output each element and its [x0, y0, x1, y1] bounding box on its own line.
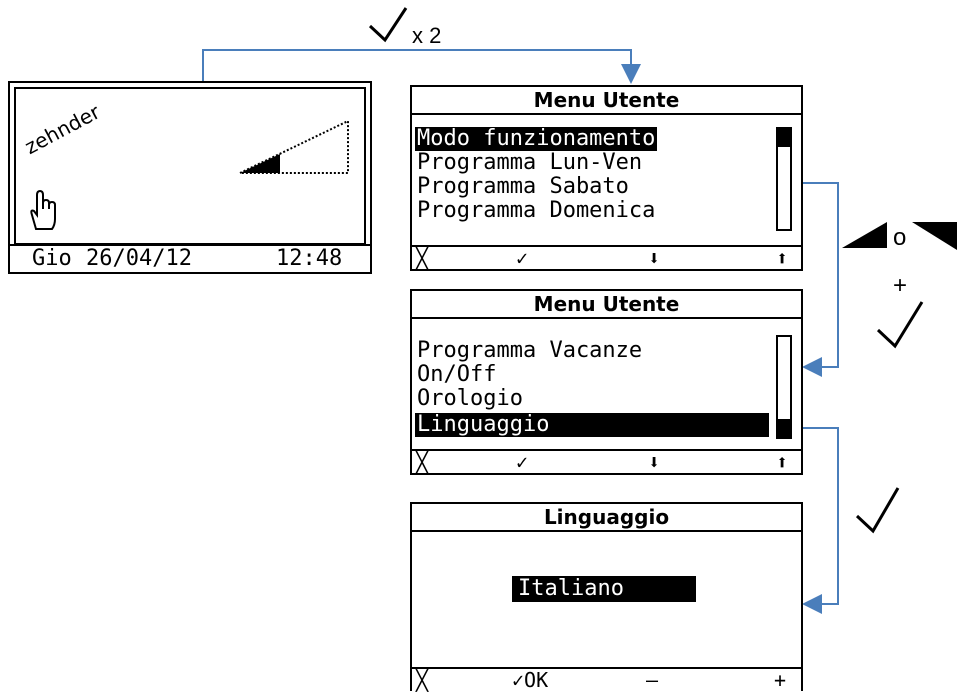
linguaggio-screen: Linguaggio Italiano ╳ ✓OK — + — [410, 502, 803, 691]
arrow-down-icon[interactable]: ⬇ — [648, 451, 660, 473]
connector-menu1-to-menu2 — [802, 182, 839, 377]
scrollbar[interactable] — [776, 127, 792, 231]
brand-logo: zehnder — [20, 99, 104, 159]
step2-plus-label: + — [893, 272, 908, 299]
softkey-bar: ╳ ✓OK — + — [412, 667, 801, 691]
menu-item[interactable]: Programma Sabato — [415, 175, 631, 199]
check-icon — [876, 301, 924, 349]
ok-button[interactable]: ✓OK — [512, 669, 548, 691]
scrollbar[interactable] — [776, 335, 792, 439]
menu-title: Menu Utente — [412, 291, 801, 319]
menu-item[interactable]: Orologio — [415, 387, 525, 411]
status-bar: Gio 26/04/12 12:48 — [10, 244, 370, 272]
check-icon[interactable]: ✓ — [516, 247, 528, 269]
menu-title: Menu Utente — [412, 87, 801, 115]
connector-menu2-to-language — [802, 427, 839, 614]
softkey-bar: ╳ ✓ ⬇ ⬆ — [412, 449, 801, 473]
hand-pointer-icon — [30, 189, 56, 230]
check-icon — [368, 7, 408, 43]
close-icon[interactable]: ╳ — [416, 247, 428, 269]
plus-button[interactable]: + — [774, 669, 786, 691]
language-value[interactable]: Italiano — [512, 576, 696, 602]
home-display: zehnder — [14, 87, 366, 245]
menu-utente-screen-2: Menu Utente Programma Vacanze On/Off Oro… — [410, 289, 803, 475]
close-icon[interactable]: ╳ — [416, 669, 428, 691]
menu-item[interactable]: Modo funzionamento — [415, 127, 658, 151]
connector-home-to-menu1 — [202, 49, 641, 84]
menu-utente-screen-1: Menu Utente Modo funzionamento Programma… — [410, 85, 803, 271]
minus-button[interactable]: — — [646, 669, 658, 691]
scrollbar-thumb[interactable] — [778, 419, 790, 437]
menu-item[interactable]: Linguaggio — [415, 413, 769, 437]
home-screen: zehnder Gio 26/04/12 12:48 — [8, 81, 372, 274]
scrollbar-thumb[interactable] — [778, 129, 790, 147]
step1-label: x 2 — [412, 23, 442, 48]
fan-level-icon — [239, 119, 349, 174]
screen-title: Linguaggio — [412, 504, 801, 532]
arrow-up-triangle-icon — [842, 222, 887, 248]
check-icon[interactable]: ✓ — [516, 451, 528, 473]
close-icon[interactable]: ╳ — [416, 451, 428, 473]
menu-item[interactable]: On/Off — [415, 363, 498, 387]
arrow-up-icon[interactable]: ⬆ — [776, 247, 788, 269]
status-day: Gio — [32, 246, 72, 271]
status-date: 26/04/12 — [86, 246, 192, 271]
softkey-bar: ╳ ✓ ⬇ ⬆ — [412, 245, 801, 269]
check-icon — [855, 487, 900, 534]
menu-item[interactable]: Programma Domenica — [415, 199, 657, 223]
arrow-down-icon[interactable]: ⬇ — [648, 247, 660, 269]
status-time: 12:48 — [276, 246, 343, 271]
menu-item[interactable]: Programma Vacanze — [415, 339, 644, 363]
menu-item[interactable]: Programma Lun-Ven — [415, 151, 644, 175]
step2-or-label: o — [893, 224, 907, 251]
arrow-down-triangle-icon — [912, 222, 957, 250]
arrow-up-icon[interactable]: ⬆ — [776, 451, 788, 473]
